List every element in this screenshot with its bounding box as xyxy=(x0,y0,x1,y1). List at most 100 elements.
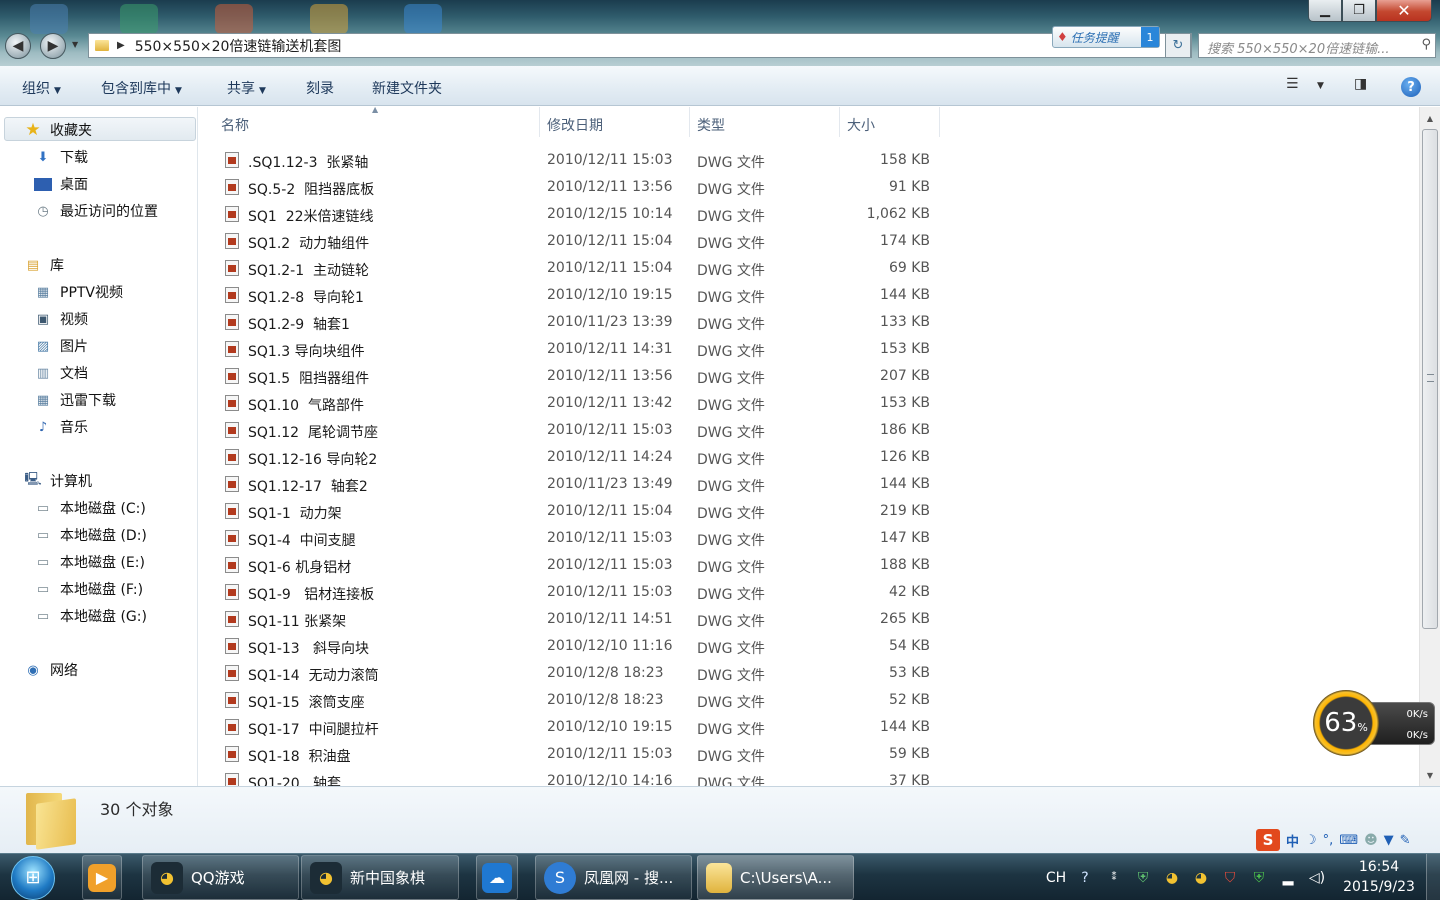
nav-favorites[interactable]: ★ 收藏夹 xyxy=(24,120,92,140)
help-button[interactable]: ? xyxy=(1401,77,1421,97)
burn-button[interactable]: 刻录 xyxy=(306,78,334,98)
start-button[interactable]: ⊞ xyxy=(6,854,60,900)
nav-disk-g[interactable]: ▭ 本地磁盘 (G:) xyxy=(34,606,147,626)
antivirus-shield-icon[interactable]: ⛉ xyxy=(1220,868,1240,888)
show-desktop-button[interactable] xyxy=(1426,854,1440,900)
nav-recent-places[interactable]: ◷ 最近访问的位置 xyxy=(34,201,158,221)
ime-width-toggle[interactable]: ☽ xyxy=(1305,833,1317,848)
history-dropdown-icon[interactable]: ▼ xyxy=(72,40,78,49)
column-header-modified[interactable]: 修改日期 xyxy=(547,115,603,135)
file-row[interactable]: SQ1-14 无动力滚筒 2010/12/8 18:23 DWG 文件 53 KB xyxy=(199,660,959,687)
file-row[interactable]: SQ1.2 动力轴组件 2010/12/11 15:04 DWG 文件 174 KB xyxy=(199,228,959,255)
scroll-up-icon[interactable]: ▲ xyxy=(1420,109,1440,127)
file-row[interactable]: SQ1-15 滚筒支座 2010/12/8 18:23 DWG 文件 52 KB xyxy=(199,687,959,714)
file-row[interactable]: SQ1-6 机身铝材 2010/12/11 15:03 DWG 文件 188 KB xyxy=(199,552,959,579)
keyboard-icon[interactable]: ⌨ xyxy=(1339,833,1358,848)
column-divider[interactable] xyxy=(539,107,540,137)
nav-network[interactable]: ◉ 网络 xyxy=(24,660,78,680)
file-row[interactable]: SQ1.2-8 导向轮1 2010/12/10 19:15 DWG 文件 144 KB xyxy=(199,282,959,309)
sogou-ime-icon[interactable]: S xyxy=(1256,829,1280,851)
nav-documents[interactable]: ▥ 文档 xyxy=(34,363,88,383)
column-header-size[interactable]: 大小 xyxy=(847,115,875,135)
column-divider[interactable] xyxy=(839,107,840,137)
share-menu[interactable]: 共享 ▼ xyxy=(227,78,266,98)
preview-pane-button[interactable]: ◨ xyxy=(1354,76,1367,92)
file-row[interactable]: SQ1-9 铝材连接板 2010/12/11 15:03 DWG 文件 42 KB xyxy=(199,579,959,606)
nav-disk-d[interactable]: ▭ 本地磁盘 (D:) xyxy=(34,525,147,545)
user-icon[interactable]: ☻ xyxy=(1364,833,1378,848)
file-row[interactable]: SQ1.12-17 轴套2 2010/11/23 13:49 DWG 文件 144 K… xyxy=(199,471,959,498)
language-indicator[interactable]: CH xyxy=(1046,868,1066,888)
vertical-scrollbar[interactable]: ▲ ▼ xyxy=(1419,107,1440,786)
file-row[interactable]: SQ.5-2 阻挡器底板 2010/12/11 13:56 DWG 文件 91 KB xyxy=(199,174,959,201)
include-in-library-menu[interactable]: 包含到库中 ▼ xyxy=(101,78,182,98)
breadcrumb-current-folder[interactable]: 550×550×20倍速链输送机套图 xyxy=(135,36,342,56)
system-clock[interactable]: 16:54 2015/9/23 xyxy=(1336,857,1422,897)
file-row[interactable]: SQ1.12-16 导向轮2 2010/12/11 14:24 DWG 文件 126 … xyxy=(199,444,959,471)
nav-music[interactable]: ♪ 音乐 xyxy=(34,417,88,437)
view-options-button[interactable]: ☰ ▼ xyxy=(1286,76,1324,92)
network-monitor-widget[interactable]: 0K/s 0K/s 63% xyxy=(1313,690,1435,757)
file-row[interactable]: SQ1-1 动力架 2010/12/11 15:04 DWG 文件 219 KB xyxy=(199,498,959,525)
file-row[interactable]: SQ1.3 导向块组件 2010/12/11 14:31 DWG 文件 153 KB xyxy=(199,336,959,363)
nav-disk-e[interactable]: ▭ 本地磁盘 (E:) xyxy=(34,552,145,572)
ime-punctuation-toggle[interactable]: °, xyxy=(1323,833,1334,848)
taskbar-browser[interactable]: S 凤凰网 - 搜... xyxy=(535,855,692,900)
nav-thunder-downloads[interactable]: ▦ 迅雷下载 xyxy=(34,390,116,410)
file-row[interactable]: SQ1-4 中间支腿 2010/12/11 15:03 DWG 文件 147 KB xyxy=(199,525,959,552)
help-icon[interactable]: ? xyxy=(1075,868,1095,888)
file-row[interactable]: SQ1-18 积油盘 2010/12/11 15:03 DWG 文件 59 KB xyxy=(199,741,959,768)
file-row[interactable]: .SQ1.12-3 张紧轴 2010/12/11 15:03 DWG 文件 158 K… xyxy=(199,147,959,174)
refresh-button[interactable]: ↻ xyxy=(1165,33,1191,58)
nav-computer[interactable]: 🖳 计算机 xyxy=(24,471,92,491)
file-row[interactable]: SQ1.12 尾轮调节座 2010/12/11 15:03 DWG 文件 186 KB xyxy=(199,417,959,444)
scrollbar-thumb[interactable] xyxy=(1422,129,1438,629)
wrench-icon[interactable]: ✎ xyxy=(1400,833,1411,848)
back-button[interactable]: ◀ xyxy=(5,33,31,59)
task-reminder-button[interactable]: ♦ 任务提醒 1 xyxy=(1052,26,1160,48)
column-header-name[interactable]: 名称 xyxy=(221,115,249,135)
file-row[interactable]: SQ1-17 中间腿拉杆 2010/12/10 19:15 DWG 文件 144 KB xyxy=(199,714,959,741)
file-row[interactable]: SQ1.2-9 轴套1 2010/11/23 13:39 DWG 文件 133 KB xyxy=(199,309,959,336)
search-icon[interactable]: ⚲ xyxy=(1421,37,1431,52)
taskbar-media-player[interactable]: ▶ xyxy=(82,855,122,900)
minimize-button[interactable]: ▁ xyxy=(1308,0,1342,22)
nav-pictures[interactable]: ▨ 图片 xyxy=(34,336,88,356)
column-header-type[interactable]: 类型 xyxy=(697,115,725,135)
nav-pptv[interactable]: ▦ PPTV视频 xyxy=(34,282,123,302)
shirt-icon[interactable]: ▼ xyxy=(1384,833,1394,848)
taskbar-chinese-chess[interactable]: ◕ 新中国象棋 xyxy=(301,855,459,900)
file-row[interactable]: SQ1-20 轴套 2010/12/10 14:16 DWG 文件 37 KB xyxy=(199,768,959,786)
network-signal-icon[interactable]: ▂ xyxy=(1278,868,1298,888)
column-divider[interactable] xyxy=(689,107,690,137)
ime-language-toggle[interactable]: 中 xyxy=(1286,831,1299,850)
taskbar-qq-game[interactable]: ◕ QQ游戏 xyxy=(142,855,299,900)
taskbar-cloud-app[interactable]: ☁ xyxy=(476,855,518,900)
address-bar[interactable]: ▶ 550×550×20倍速链输送机套图 xyxy=(88,33,1192,58)
qq-penguin-icon[interactable]: ◕ xyxy=(1191,868,1211,888)
close-button[interactable]: ✕ xyxy=(1376,0,1432,22)
nav-downloads[interactable]: ⬇ 下载 xyxy=(34,147,88,167)
file-row[interactable]: SQ1.10 气路部件 2010/12/11 13:42 DWG 文件 153 KB xyxy=(199,390,959,417)
search-box[interactable]: 搜索 550×550×20倍速链输... ⚲ xyxy=(1198,33,1436,58)
nav-disk-c[interactable]: ▭ 本地磁盘 (C:) xyxy=(34,498,146,518)
file-row[interactable]: SQ1-11 张紧架 2010/12/11 14:51 DWG 文件 265 KB xyxy=(199,606,959,633)
nav-desktop[interactable]: 桌面 xyxy=(34,174,88,194)
security-shield-icon[interactable]: ⛨ xyxy=(1133,868,1153,888)
nav-libraries[interactable]: ▤ 库 xyxy=(24,255,64,275)
scroll-down-icon[interactable]: ▼ xyxy=(1420,766,1440,784)
nav-disk-f[interactable]: ▭ 本地磁盘 (F:) xyxy=(34,579,143,599)
qq-penguin-icon[interactable]: ◕ xyxy=(1162,868,1182,888)
maximize-button[interactable]: ❐ xyxy=(1342,0,1376,22)
new-folder-button[interactable]: 新建文件夹 xyxy=(372,78,442,98)
file-row[interactable]: SQ1 22米倍速链线 2010/12/15 10:14 DWG 文件 1,062 K… xyxy=(199,201,959,228)
volume-icon[interactable]: ◁) xyxy=(1307,868,1327,888)
forward-button[interactable]: ▶ xyxy=(40,33,66,59)
nav-videos[interactable]: ▣ 视频 xyxy=(34,309,88,329)
taskbar-explorer[interactable]: C:\Users\A... xyxy=(697,855,854,900)
file-row[interactable]: SQ1.2-1 主动链轮 2010/12/11 15:04 DWG 文件 69 KB xyxy=(199,255,959,282)
organize-menu[interactable]: 组织 ▼ xyxy=(22,78,61,98)
file-row[interactable]: SQ1.5 阻挡器组件 2010/12/11 13:56 DWG 文件 207 KB xyxy=(199,363,959,390)
guard-shield-icon[interactable]: ⛨ xyxy=(1249,868,1269,888)
breadcrumb-chevron-icon[interactable]: ▶ xyxy=(117,40,125,51)
